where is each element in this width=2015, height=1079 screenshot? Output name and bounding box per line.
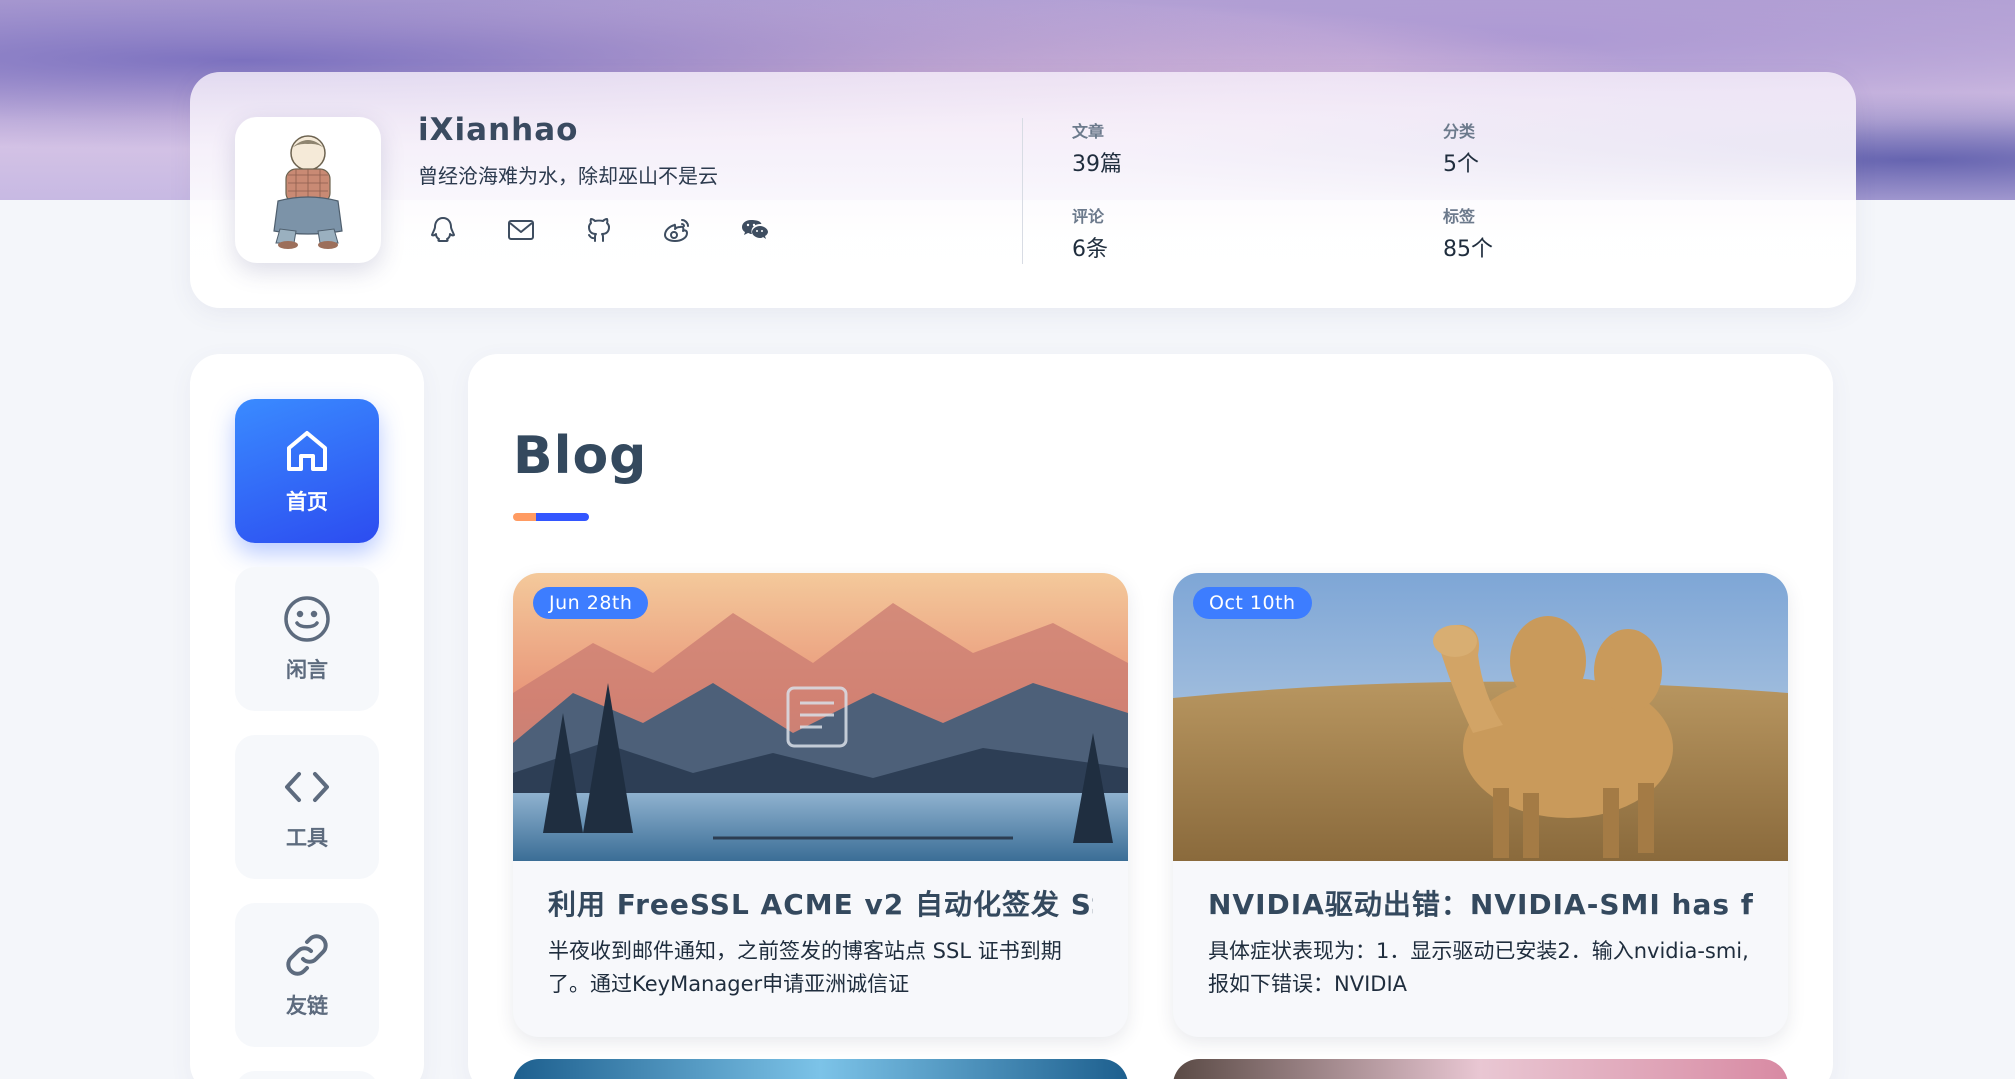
sidebar-item-label: 工具 [286,826,328,850]
stat-value: 39篇 [1072,152,1122,177]
weibo-icon[interactable] [662,210,740,250]
github-icon[interactable] [584,210,662,250]
link-icon [286,934,328,976]
sidebar: 首页 闲言 工具 友链 [190,354,424,1079]
sidebar-item-tools[interactable]: 工具 [235,735,379,879]
post-excerpt: 半夜收到邮件通知，之前签发的博客站点 SSL 证书到期了。通过KeyManage… [548,939,1062,996]
social-links [428,210,818,250]
stat-label: 文章 [1072,122,1105,141]
stats-divider [1022,118,1023,264]
post-cover-image: Oct 10th [1173,573,1788,861]
sidebar-item-label: 闲言 [286,658,328,682]
wechat-icon[interactable] [740,210,818,250]
post-title[interactable]: NVIDIA驱动出错：NVIDIA-SMI has failed [1208,883,1753,923]
mail-icon[interactable] [506,210,584,250]
stat-label: 评论 [1072,207,1105,226]
post-excerpt: 具体症状表现为：1．显示驱动已安装2．输入nvidia-smi,报如下错误：NV… [1208,939,1749,996]
post-date-badge: Jun 28th [533,587,649,619]
title-underline [513,513,589,521]
code-icon [285,772,329,802]
main-content: Blog Jun 28th 利用 FreeSSL ACME v2 自动化签发 S… [468,354,1833,1079]
post-card[interactable]: Jun 28th 利用 FreeSSL ACME v2 自动化签发 SSL 半夜… [513,573,1128,1037]
profile-card: iXianhao 曾经沧海难为水，除却巫山不是云 文章 39篇 分类 5个 评论… [190,72,1856,308]
stat-articles[interactable]: 文章 39篇 [1072,118,1122,178]
stat-label: 分类 [1443,122,1476,141]
stat-tags[interactable]: 标签 85个 [1443,203,1493,263]
post-card[interactable]: Oct 10th NVIDIA驱动出错：NVIDIA-SMI has faile… [1173,573,1788,1037]
stat-value: 6条 [1072,237,1108,262]
avatar[interactable] [235,117,381,263]
home-icon [287,431,327,471]
sidebar-item-more[interactable] [235,1071,379,1079]
avatar-illustration [273,135,343,249]
sidebar-item-idle-talk[interactable]: 闲言 [235,567,379,711]
profile-name: iXianhao [418,112,579,148]
stat-label: 标签 [1443,207,1476,226]
stat-value: 5个 [1443,152,1479,177]
post-cover-image: Jun 28th [513,573,1128,861]
sidebar-item-friend-links[interactable]: 友链 [235,903,379,1047]
smile-icon [284,596,330,642]
stat-comments[interactable]: 评论 6条 [1072,203,1108,263]
sidebar-item-home[interactable]: 首页 [235,399,379,543]
post-card-partial[interactable] [513,1059,1128,1079]
stat-categories[interactable]: 分类 5个 [1443,118,1479,178]
sidebar-item-label: 友链 [286,994,328,1018]
post-card-partial[interactable] [1173,1059,1788,1079]
profile-motto: 曾经沧海难为水，除却巫山不是云 [418,164,718,188]
sidebar-item-label: 首页 [286,490,328,514]
post-title[interactable]: 利用 FreeSSL ACME v2 自动化签发 SSL [548,883,1093,923]
stat-value: 85个 [1443,237,1493,262]
page-title: Blog [513,426,648,486]
qq-icon[interactable] [428,210,506,250]
post-date-badge: Oct 10th [1193,587,1312,619]
